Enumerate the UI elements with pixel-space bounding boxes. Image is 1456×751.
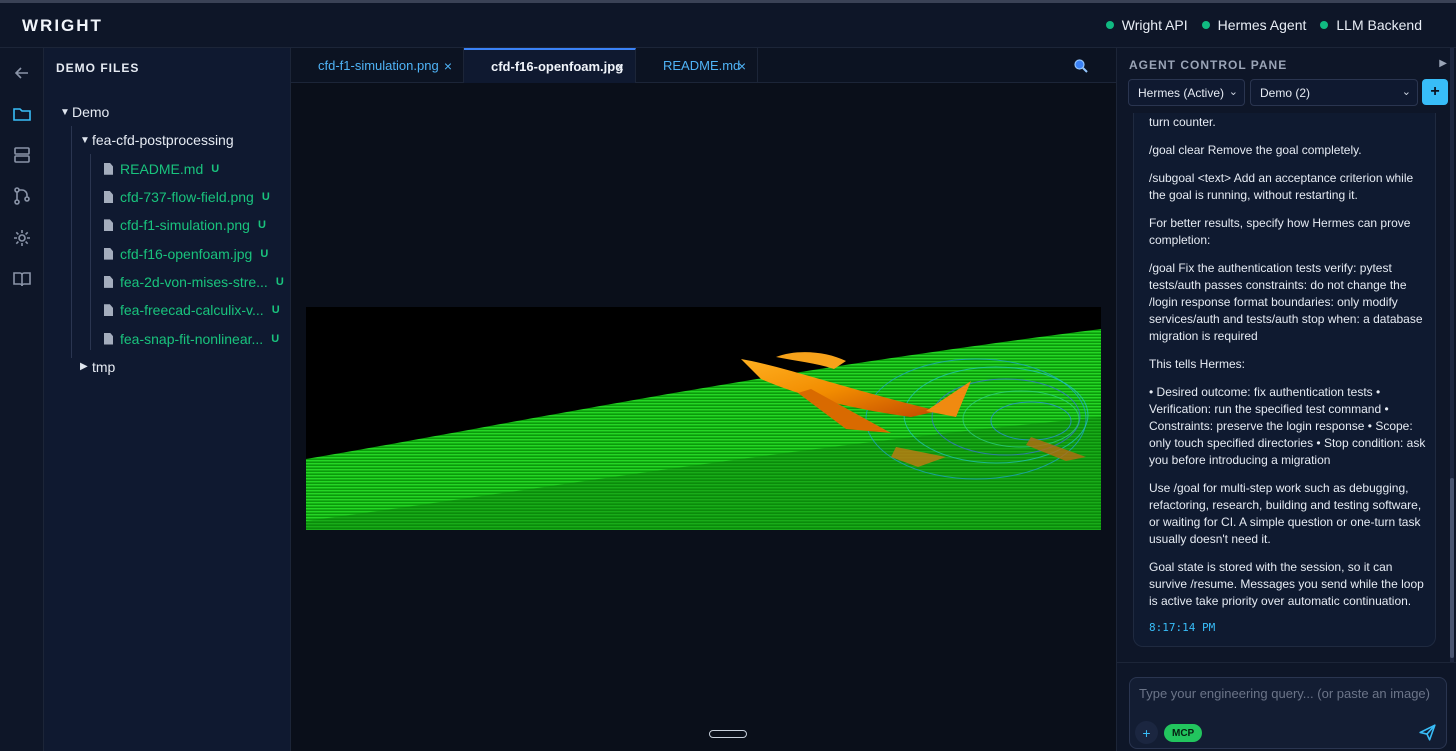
- status-label: Wright API: [1121, 17, 1188, 33]
- send-icon[interactable]: [1417, 722, 1438, 743]
- database-icon[interactable]: [11, 144, 33, 166]
- git-status-badge: U: [275, 275, 284, 288]
- composer: + MCP: [1117, 662, 1456, 751]
- message-paragraph: Use /goal for multi-step work such as de…: [1149, 481, 1422, 546]
- resize-handle[interactable]: [709, 730, 747, 738]
- file-icon: [104, 191, 113, 204]
- message-timestamp: 8:17:14 PM: [1149, 621, 1216, 634]
- gear-icon[interactable]: [11, 227, 33, 249]
- back-arrow-icon[interactable]: [11, 62, 33, 84]
- close-icon[interactable]: ×: [738, 58, 746, 74]
- session-select[interactable]: Demo (2) ⌄: [1250, 79, 1418, 106]
- tree-file[interactable]: fea-snap-fit-nonlinear... U: [44, 324, 291, 352]
- file-icon: [104, 247, 113, 260]
- git-status-badge: U: [211, 162, 220, 175]
- file-tree: ▼ Demo ▼ fea-cfd-postprocessing README.md U…: [44, 98, 291, 381]
- file-explorer: DEMO FILES ▼ Demo ▼ fea-cfd-postprocessing…: [44, 48, 291, 751]
- file-icon: [104, 162, 113, 175]
- tab-bar: cfd-f1-simulation.png × cfd-f16-openfoam.…: [291, 48, 1116, 83]
- activity-rail: [0, 48, 44, 751]
- chevron-down-icon: ⌄: [1228, 86, 1238, 98]
- git-branch-icon[interactable]: [11, 185, 33, 207]
- git-status-badge: U: [260, 247, 269, 260]
- file-icon: [104, 332, 113, 345]
- chevron-down-icon: ⌄: [1401, 86, 1411, 98]
- close-icon[interactable]: ×: [444, 58, 452, 74]
- caret-down-icon: ▼: [80, 134, 90, 146]
- message-paragraph: Goal state is stored with the session, s…: [1149, 560, 1424, 608]
- mcp-toggle[interactable]: MCP: [1164, 724, 1203, 742]
- app-title: WRIGHT: [22, 16, 103, 35]
- attach-button[interactable]: +: [1135, 721, 1158, 744]
- git-status-badge: U: [271, 332, 280, 345]
- collapse-pane-icon[interactable]: ▶: [1439, 58, 1447, 69]
- explorer-title: DEMO FILES: [56, 61, 140, 75]
- query-box: + MCP: [1129, 677, 1447, 749]
- query-input[interactable]: [1139, 686, 1439, 701]
- caret-right-icon: ▶: [80, 361, 88, 373]
- status-label: Hermes Agent: [1217, 17, 1307, 33]
- status-dot-icon: [1105, 21, 1114, 29]
- folder-icon[interactable]: [11, 103, 33, 125]
- tab-cfd-f1-simulation[interactable]: cfd-f1-simulation.png ×: [291, 48, 464, 83]
- tree-file[interactable]: fea-2d-von-mises-stre... U: [44, 268, 291, 296]
- status-llm-backend: LLM Backend: [1320, 17, 1422, 33]
- close-icon[interactable]: ×: [616, 59, 624, 75]
- tree-folder-fea-cfd[interactable]: ▼ fea-cfd-postprocessing: [44, 126, 291, 154]
- status-dot-icon: [1320, 21, 1329, 29]
- tree-file[interactable]: cfd-737-flow-field.png U: [44, 183, 291, 211]
- tree-file[interactable]: cfd-f16-openfoam.jpg U: [44, 239, 291, 267]
- message-paragraph: • Desired outcome: fix authentication te…: [1149, 385, 1426, 467]
- git-status-badge: U: [261, 191, 270, 204]
- tab-readme[interactable]: README.md ×: [636, 48, 758, 83]
- agent-pane-title: AGENT CONTROL PANE: [1129, 58, 1288, 72]
- file-icon: [104, 275, 113, 288]
- agent-select-value: Hermes (Active): [1138, 85, 1225, 100]
- tree-file[interactable]: README.md U: [44, 155, 291, 183]
- message-paragraph: turn counter.: [1149, 115, 1216, 129]
- git-status-badge: U: [271, 304, 280, 317]
- message-body: turn counter. /goal clear Remove the goa…: [1149, 113, 1429, 636]
- message-paragraph: /subgoal <text> Add an acceptance criter…: [1149, 171, 1414, 202]
- tab-cfd-f16-openfoam[interactable]: cfd-f16-openfoam.jpg ×: [464, 48, 636, 83]
- top-bar: WRIGHT Wright API Hermes Agent LLM Backe…: [0, 0, 1456, 48]
- editor-pane: cfd-f1-simulation.png × cfd-f16-openfoam.…: [291, 48, 1116, 751]
- tab-label: cfd-f16-openfoam.jpg: [491, 59, 624, 74]
- status-hermes-agent: Hermes Agent: [1201, 17, 1307, 33]
- status-indicators: Wright API Hermes Agent LLM Backend: [1105, 17, 1422, 33]
- tree-file[interactable]: cfd-f1-simulation.png U: [44, 211, 291, 239]
- new-session-button[interactable]: +: [1422, 79, 1448, 105]
- status-label: LLM Backend: [1336, 17, 1422, 33]
- message-paragraph: This tells Hermes:: [1149, 357, 1246, 371]
- message-paragraph: /goal Fix the authentication tests verif…: [1149, 261, 1423, 343]
- session-select-value: Demo (2): [1260, 85, 1311, 100]
- tree-file[interactable]: fea-freecad-calculix-v... U: [44, 296, 291, 324]
- agent-message: turn counter. /goal clear Remove the goa…: [1133, 113, 1436, 647]
- plus-icon: +: [1430, 83, 1440, 100]
- zoom-search-icon[interactable]: [1073, 58, 1089, 74]
- tab-label: README.md: [663, 58, 741, 73]
- file-icon: [104, 219, 113, 232]
- plus-icon: +: [1142, 724, 1151, 741]
- agent-select[interactable]: Hermes (Active) ⌄: [1128, 79, 1245, 106]
- status-wright-api: Wright API: [1105, 17, 1188, 33]
- message-paragraph: For better results, specify how Hermes c…: [1149, 216, 1411, 247]
- cfd-simulation-image: [306, 329, 1101, 530]
- status-dot-icon: [1201, 21, 1210, 29]
- message-paragraph: /goal clear Remove the goal completely.: [1149, 143, 1362, 157]
- tree-folder-tmp[interactable]: ▶ tmp: [44, 353, 291, 381]
- tab-label: cfd-f1-simulation.png: [318, 58, 439, 73]
- file-icon: [104, 304, 113, 317]
- agent-control-pane: AGENT CONTROL PANE ▶ Hermes (Active) ⌄ De…: [1116, 48, 1456, 751]
- git-status-badge: U: [257, 219, 266, 232]
- scrollbar-thumb[interactable]: [1450, 478, 1454, 658]
- caret-down-icon: ▼: [60, 106, 70, 118]
- book-icon[interactable]: [11, 268, 33, 290]
- image-viewer: [306, 307, 1101, 530]
- tree-folder-demo[interactable]: ▼ Demo: [44, 98, 291, 126]
